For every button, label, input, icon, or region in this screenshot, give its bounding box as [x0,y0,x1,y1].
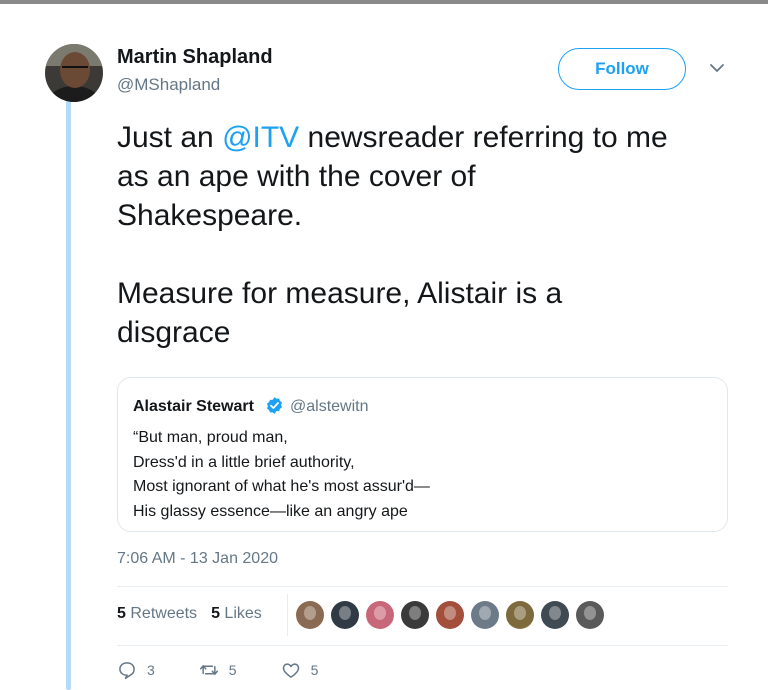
quoted-line: Most ignorant of what he's most assur'd— [133,478,430,495]
author-name[interactable]: Martin Shapland [117,46,273,69]
retweets-label: Retweets [130,605,198,622]
follow-button[interactable]: Follow [558,48,686,90]
timestamp[interactable]: 7:06 AM - 13 Jan 2020 [117,550,278,568]
quoted-author-handle: @alstewitn [290,398,369,415]
chevron-down-icon[interactable] [709,62,725,74]
retweets-count: 5 [117,605,126,622]
divider [117,645,728,646]
quoted-author-name: Alastair Stewart [133,398,254,415]
liker-avatars [296,601,611,629]
like-action[interactable]: 5 [281,660,319,680]
quoted-tweet[interactable]: Alastair Stewart @alstewitn “But man, pr… [117,377,728,532]
window-top-edge [0,0,768,4]
liker-avatar[interactable] [401,601,429,629]
liker-avatar[interactable] [506,601,534,629]
liker-avatar[interactable] [436,601,464,629]
avatar[interactable] [45,44,103,102]
tweet-text-start: Just an [117,121,223,154]
liker-avatar[interactable] [541,601,569,629]
author-handle[interactable]: @MShapland [117,75,220,95]
tweet-text-rest: newsreader referring to me as an ape wit… [117,121,668,349]
retweets-stat[interactable]: 5 Retweets [117,605,197,623]
liker-avatar[interactable] [471,601,499,629]
retweet-count: 5 [228,662,237,678]
like-icon [282,663,299,678]
engagement-stats: 5 Retweets 5 Likes [117,605,262,623]
quoted-line: “But man, proud man, [133,429,288,446]
thread-line [66,100,71,690]
retweet-icon [199,665,218,675]
reply-icon [119,662,135,680]
likes-label: Likes [224,605,262,622]
quoted-text: “But man, proud man, Dress'd in a little… [133,426,430,524]
tweet-actions: 3 5 5 [117,660,362,680]
quoted-line: His glassy essence—like an angry ape [133,502,408,520]
verified-badge-icon [267,397,282,414]
quoted-line: Dress'd in a little brief authority, [133,453,355,471]
likes-count: 5 [211,605,220,622]
like-count: 5 [310,662,319,678]
mention-link[interactable]: @ITV [222,121,299,154]
liker-avatar[interactable] [296,601,324,629]
retweet-action[interactable]: 5 [199,660,237,680]
liker-avatar[interactable] [576,601,604,629]
likes-stat[interactable]: 5 Likes [211,605,262,623]
tweet-text: Just an @ITV newsreader referring to me … [117,118,737,352]
stats-separator [287,594,288,636]
reply-count: 3 [147,662,155,678]
divider [117,586,728,587]
liker-avatar[interactable] [366,601,394,629]
liker-avatar[interactable] [331,601,359,629]
reply-action[interactable]: 3 [117,660,155,680]
